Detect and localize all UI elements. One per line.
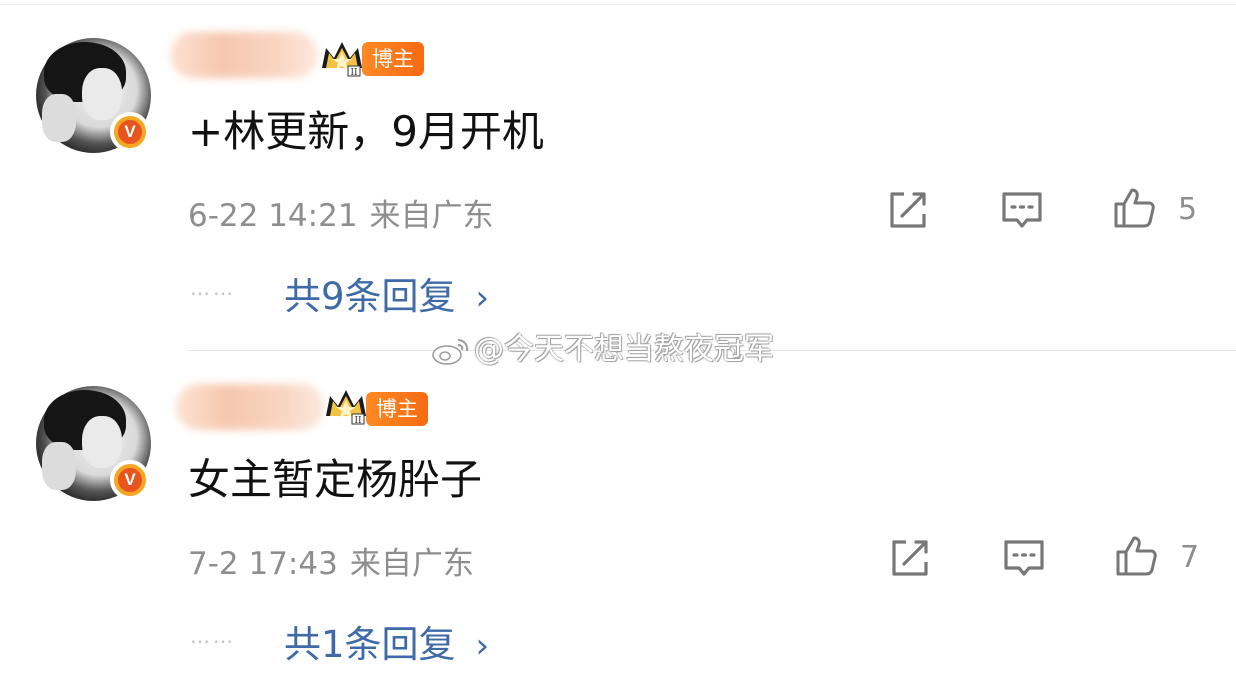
view-replies-link[interactable]: 共9条回复 › — [284, 266, 489, 320]
avatar-face — [82, 68, 122, 120]
verified-badge-letter: V — [118, 120, 142, 144]
avatar[interactable]: V — [36, 386, 151, 501]
view-replies-link[interactable]: 共1条回复 › — [284, 614, 489, 668]
blogger-badge: 博主 — [362, 42, 424, 76]
crown-icon: II — [322, 42, 362, 78]
like-count: 7 — [1180, 540, 1200, 575]
svg-text:II: II — [350, 68, 358, 78]
reply-dots: …… — [190, 276, 236, 300]
thumbs-up-icon[interactable] — [1114, 534, 1158, 578]
chevron-right-icon: › — [475, 278, 490, 318]
reply-dots: …… — [190, 624, 236, 648]
like-count: 5 — [1178, 192, 1198, 227]
thumbs-up-icon[interactable] — [1112, 186, 1156, 230]
comment-item: V II 博主 +林更新，9月开机 6-22 14:21 来自广东 5 …… 共… — [0, 0, 1236, 340]
comment-location: 来自广东 — [349, 546, 474, 582]
comment-date: 7-2 17:43 — [188, 546, 338, 582]
comment-text: 女主暂定杨肸子 — [188, 455, 483, 504]
verified-badge: V — [110, 112, 150, 152]
avatar[interactable]: V — [36, 38, 151, 153]
repost-icon[interactable] — [888, 536, 932, 580]
repost-icon[interactable] — [886, 188, 930, 232]
comment-text: +林更新，9月开机 — [188, 107, 544, 156]
avatar-face — [82, 416, 122, 468]
chevron-right-icon: › — [475, 626, 490, 666]
comment-icon[interactable] — [1002, 536, 1046, 580]
comment-list: V II 博主 +林更新，9月开机 6-22 14:21 来自广东 5 …… 共… — [0, 0, 1236, 679]
replies-label: 共9条回复 — [284, 275, 456, 318]
comment-meta: 7-2 17:43 来自广东 — [188, 538, 474, 583]
verified-badge: V — [110, 460, 150, 500]
blogger-badge: 博主 — [366, 392, 428, 426]
comment-item: V II 博主 女主暂定杨肸子 7-2 17:43 来自广东 7 …… 共1条回… — [0, 350, 1236, 679]
replies-label: 共1条回复 — [284, 623, 456, 666]
blurred-username[interactable] — [170, 32, 318, 78]
comment-meta: 6-22 14:21 来自广东 — [188, 190, 494, 235]
verified-badge-letter: V — [118, 468, 142, 492]
blurred-username[interactable] — [176, 384, 324, 430]
comment-icon[interactable] — [1000, 188, 1044, 232]
comment-date: 6-22 14:21 — [188, 198, 358, 234]
avatar-arm — [42, 442, 76, 490]
svg-text:II: II — [354, 416, 362, 426]
avatar-arm — [42, 94, 76, 142]
crown-icon: II — [326, 390, 366, 426]
comment-location: 来自广东 — [369, 198, 494, 234]
